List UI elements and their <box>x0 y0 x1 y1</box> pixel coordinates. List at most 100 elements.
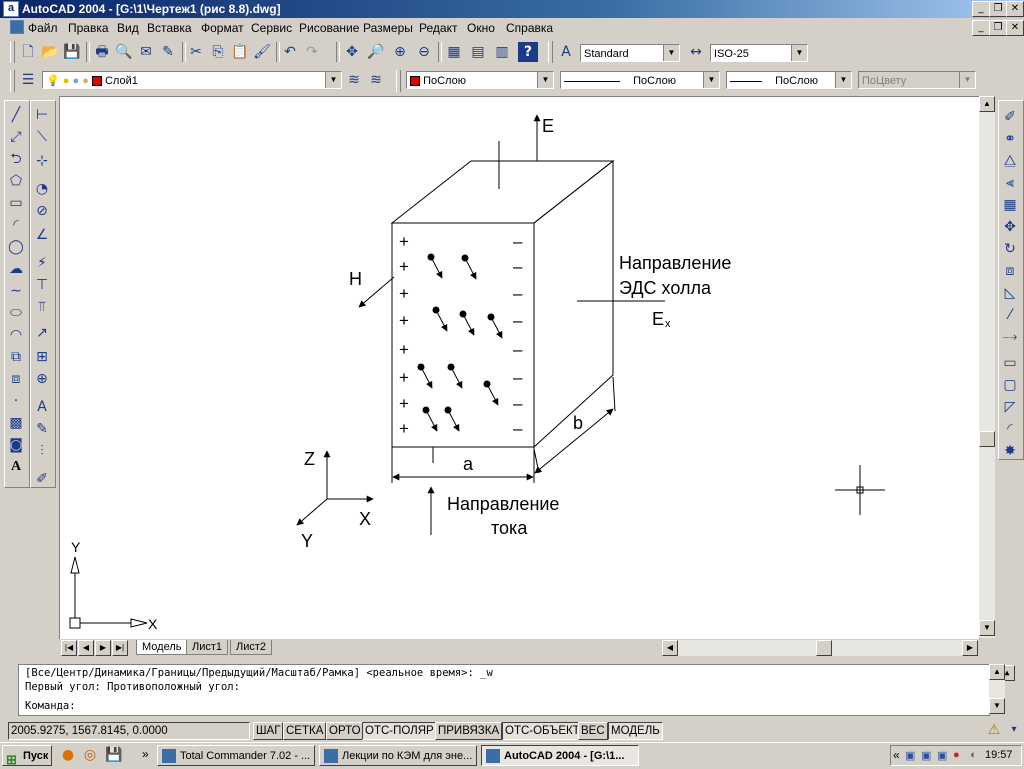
save-quicklaunch-icon[interactable]: 💾 <box>104 745 124 765</box>
multiline-text-icon[interactable]: A <box>6 457 26 477</box>
quicklaunch-icon[interactable]: ◎ <box>80 745 100 765</box>
pan-icon[interactable]: ✥ <box>342 42 362 62</box>
layer-manager-icon[interactable]: ☰ <box>18 70 38 90</box>
dim-style-select[interactable]: ISO-25 ▼ <box>710 44 808 62</box>
dim-text-edit-icon[interactable]: ✎ <box>32 419 52 439</box>
copy-object-icon[interactable]: ⚭ <box>1000 129 1020 149</box>
continue-dim-icon[interactable]: ⫪ <box>32 297 52 317</box>
zoom-previous-icon[interactable]: ⊖ <box>414 42 434 62</box>
insert-block-icon[interactable]: ⧉ <box>6 347 26 367</box>
osnap-toggle[interactable]: ПРИВЯЗКА <box>435 722 503 740</box>
mirror-icon[interactable]: ⧋ <box>1000 151 1020 171</box>
break-icon[interactable]: ▢ <box>1000 375 1020 395</box>
menu-dimension[interactable]: Размеры <box>363 21 413 35</box>
grid-toggle[interactable]: СЕТКА <box>283 722 327 740</box>
quicklaunch-more-icon[interactable]: » <box>142 747 149 761</box>
plot-icon[interactable]: ✎ <box>158 42 178 62</box>
polyline-icon[interactable]: ⮌ <box>6 149 26 169</box>
diameter-dim-icon[interactable]: ⊘ <box>32 201 52 221</box>
rectangle-icon[interactable]: ▭ <box>6 193 26 213</box>
menu-tools[interactable]: Сервис <box>251 21 292 35</box>
menu-file[interactable]: Файл <box>28 21 58 35</box>
otrack-toggle[interactable]: ОТС-ОБЪЕКТ <box>502 722 583 740</box>
redo-icon[interactable]: ↷ <box>302 42 322 62</box>
tab-next-icon[interactable]: ▶ <box>95 640 111 656</box>
close-button[interactable]: ✕ <box>1006 1 1024 17</box>
model-toggle[interactable]: МОДЕЛЬ <box>608 722 663 740</box>
dim-edit-icon[interactable]: A <box>32 397 52 417</box>
array-icon[interactable]: ▦ <box>1000 195 1020 215</box>
clock[interactable]: 19:57 <box>985 749 1013 761</box>
scroll-right-button[interactable]: ▶ <box>962 640 978 656</box>
copy-icon[interactable]: ⎘ <box>208 42 228 62</box>
command-window[interactable]: [Все/Центр/Динамика/Границы/Предыдущий/М… <box>18 664 1015 716</box>
command-prompt[interactable]: Команда: <box>25 700 76 712</box>
tab-first-icon[interactable]: |◀ <box>61 640 77 656</box>
volume-icon[interactable]: ◖ <box>969 749 976 761</box>
vertical-scrollbar[interactable]: ▲ ▼ <box>979 96 995 638</box>
trim-icon[interactable]: ⁄ <box>1000 305 1020 325</box>
doc-minimize-button[interactable]: _ <box>972 20 990 36</box>
vertical-scroll-thumb[interactable] <box>979 431 995 447</box>
print-preview-icon[interactable]: 🔍 <box>114 42 134 62</box>
restore-button[interactable]: ❐ <box>989 1 1007 17</box>
layer-previous-icon[interactable]: ≋ <box>366 70 386 90</box>
move-icon[interactable]: ✥ <box>1000 217 1020 237</box>
linetype-select[interactable]: ПоСлою ▼ <box>560 71 720 89</box>
cmd-scroll-down-button[interactable]: ▼ <box>989 698 1005 714</box>
text-style-icon[interactable]: A <box>556 42 576 62</box>
quick-leader-icon[interactable]: ↗ <box>32 323 52 343</box>
horizontal-scrollbar[interactable]: ◀ ▶ <box>662 640 978 656</box>
fillet-icon[interactable]: ◜ <box>1000 419 1020 439</box>
design-center-icon[interactable]: ▤ <box>468 42 488 62</box>
spline-icon[interactable]: ∼ <box>6 281 26 301</box>
angular-dim-icon[interactable]: ∠ <box>32 225 52 245</box>
open-icon[interactable]: 📂 <box>40 42 60 62</box>
layer-select[interactable]: 💡 ● ● ● Слой1 ▼ <box>42 71 342 89</box>
make-block-icon[interactable]: ⧈ <box>6 369 26 389</box>
dim-style-icon[interactable]: ↔ <box>686 42 706 62</box>
menu-format[interactable]: Формат <box>201 21 244 35</box>
aligned-dim-icon[interactable]: ⟍ <box>32 127 52 147</box>
tab-last-icon[interactable]: ▶| <box>112 640 128 656</box>
arc-icon[interactable]: ◜ <box>6 215 26 235</box>
scale-icon[interactable]: ⧈ <box>1000 261 1020 281</box>
break-at-point-icon[interactable]: ▭ <box>1000 353 1020 373</box>
tab-sheet1[interactable]: Лист1 <box>186 640 229 655</box>
polygon-icon[interactable]: ⬠ <box>6 171 26 191</box>
erase-icon[interactable]: ✐ <box>1000 107 1020 127</box>
revcloud-icon[interactable]: ☁ <box>6 259 26 279</box>
center-mark-icon[interactable]: ⊕ <box>32 369 52 389</box>
point-icon[interactable]: · <box>6 391 26 411</box>
autocad-app-icon[interactable]: a <box>3 1 19 17</box>
lineweight-select[interactable]: ПоСлою ▼ <box>726 71 852 89</box>
radius-dim-icon[interactable]: ◔ <box>32 179 52 199</box>
dim-update-icon[interactable]: ⫶ <box>32 441 52 461</box>
ordinate-dim-icon[interactable]: ⊹ <box>32 151 52 171</box>
network3-icon[interactable]: ▣ <box>937 749 947 762</box>
tab-sheet2[interactable]: Лист2 <box>230 640 273 655</box>
explode-icon[interactable]: ✸ <box>1000 441 1020 461</box>
extend-icon[interactable]: ⤍ <box>1000 327 1020 347</box>
command-scrollbar[interactable]: ▲ ▼ <box>989 664 1005 714</box>
menu-help[interactable]: Справка <box>506 21 553 35</box>
hatch-icon[interactable]: ▩ <box>6 413 26 433</box>
coordinates-display[interactable]: 2005.9275, 1567.8145, 0.0000 <box>8 722 250 740</box>
offset-icon[interactable]: ⫷ <box>1000 173 1020 193</box>
help-icon[interactable]: ? <box>518 42 538 62</box>
menu-view[interactable]: Вид <box>117 21 139 35</box>
firefox-icon[interactable]: ● <box>58 745 78 765</box>
region-icon[interactable]: ◙ <box>6 435 26 455</box>
circle-icon[interactable]: ◯ <box>6 237 26 257</box>
tray-expand-icon[interactable]: « <box>893 748 900 762</box>
save-icon[interactable]: 💾 <box>62 42 82 62</box>
lweight-toggle[interactable]: ВЕС <box>578 722 608 740</box>
snap-toggle[interactable]: ШАГ <box>253 722 284 740</box>
menu-modify[interactable]: Редакт <box>419 21 457 35</box>
doc-close-button[interactable]: ✕ <box>1006 20 1024 36</box>
rotate-icon[interactable]: ↻ <box>1000 239 1020 259</box>
network2-icon[interactable]: ▣ <box>921 749 931 762</box>
polar-toggle[interactable]: ОТС-ПОЛЯР <box>362 722 437 740</box>
ellipse-arc-icon[interactable]: ◠ <box>6 325 26 345</box>
chamfer-icon[interactable]: ◸ <box>1000 397 1020 417</box>
